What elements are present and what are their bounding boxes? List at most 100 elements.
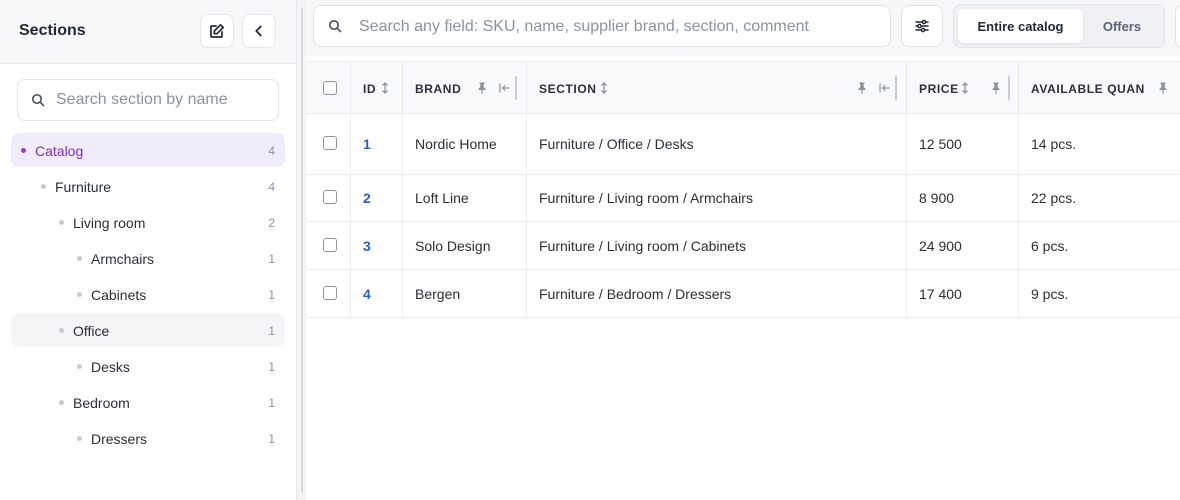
column-header-label: SECTION: [539, 82, 597, 96]
cell-brand: Nordic Home: [415, 136, 497, 152]
tree-item-count: 1: [268, 324, 275, 338]
edit-icon: [210, 23, 225, 38]
tree-item-label: Bedroom: [73, 395, 130, 411]
pin-icon[interactable]: [477, 82, 487, 94]
sidebar-title: Sections: [19, 22, 86, 39]
column-resize-handle[interactable]: [1008, 76, 1010, 100]
tree-item-cabinets[interactable]: Cabinets 1: [0, 277, 296, 313]
tree-bullet: [77, 364, 82, 369]
sections-sidebar: Sections Catalog: [0, 0, 296, 500]
filters-button[interactable]: [901, 5, 943, 47]
table-row[interactable]: 1 Nordic Home Furniture / Office / Desks…: [306, 114, 1180, 175]
tree-item-count: 4: [268, 180, 275, 194]
row-checkbox[interactable]: [323, 136, 337, 150]
section-tree: Catalog 4 Furniture 4 Living room 2 Armc…: [0, 133, 296, 457]
row-checkbox[interactable]: [323, 190, 337, 204]
cell-section: Furniture / Living room / Armchairs: [539, 190, 753, 206]
row-id-link[interactable]: 4: [363, 286, 371, 302]
tree-item-label: Living room: [73, 215, 146, 231]
pin-icon[interactable]: [1158, 82, 1168, 94]
tree-item-desks[interactable]: Desks 1: [0, 349, 296, 385]
section-search-input[interactable]: [56, 89, 271, 111]
global-search-input[interactable]: [359, 16, 879, 38]
tree-bullet: [21, 148, 26, 153]
column-header-label: ID: [363, 82, 377, 96]
tree-item-dressers[interactable]: Dressers 1: [0, 421, 296, 457]
tree-item-armchairs[interactable]: Armchairs 1: [0, 241, 296, 277]
tree-bullet: [59, 400, 64, 405]
resize-grip: [301, 8, 303, 492]
pin-left-icon[interactable]: [499, 83, 510, 93]
tree-item-furniture[interactable]: Furniture 4: [0, 169, 296, 205]
cell-quantity: 9 pcs.: [1031, 286, 1069, 302]
column-header-price[interactable]: PRICE: [907, 62, 1019, 114]
edit-sections-button[interactable]: [200, 14, 234, 48]
tree-item-catalog[interactable]: Catalog 4: [0, 133, 296, 169]
select-all-checkbox[interactable]: [323, 81, 337, 95]
tree-bullet: [77, 292, 82, 297]
table-row[interactable]: 4 Bergen Furniture / Bedroom / Dressers …: [306, 270, 1180, 318]
tree-item-bedroom[interactable]: Bedroom 1: [0, 385, 296, 421]
cell-price: 12 500: [919, 136, 962, 152]
tree-item-count: 2: [268, 216, 275, 230]
cell-section: Furniture / Bedroom / Dressers: [539, 286, 732, 302]
cell-price: 17 400: [919, 286, 962, 302]
scope-offers-button[interactable]: Offers: [1086, 9, 1158, 43]
pin-icon[interactable]: [991, 82, 1001, 94]
row-id-link[interactable]: 1: [363, 136, 371, 152]
tree-bullet: [59, 220, 64, 225]
scope-entire-catalog-button[interactable]: Entire catalog: [958, 9, 1083, 43]
search-icon: [31, 93, 45, 107]
cell-quantity: 14 pcs.: [1031, 136, 1077, 152]
cell-section: Furniture / Living room / Cabinets: [539, 238, 746, 254]
section-search[interactable]: [17, 79, 279, 121]
cell-quantity: 6 pcs.: [1031, 238, 1069, 254]
pin-icon[interactable]: [857, 82, 867, 94]
sort-icon[interactable]: [381, 81, 389, 95]
scope-toggle: Entire catalog Offers: [953, 4, 1165, 48]
pin-left-icon[interactable]: [879, 83, 890, 93]
tree-item-label: Furniture: [55, 179, 112, 195]
table-row[interactable]: 3 Solo Design Furniture / Living room / …: [306, 222, 1180, 270]
column-header-available-quantity[interactable]: AVAILABLE QUANT: [1019, 62, 1180, 114]
tree-bullet: [77, 256, 82, 261]
tree-bullet: [59, 328, 64, 333]
cell-brand: Loft Line: [415, 190, 469, 206]
tree-item-label: Catalog: [35, 143, 84, 159]
column-header-id[interactable]: ID: [351, 62, 403, 114]
cell-brand: Solo Design: [415, 238, 491, 254]
sliders-icon: [915, 19, 929, 33]
column-header-brand[interactable]: BRAND: [403, 62, 527, 114]
collapse-sidebar-button[interactable]: [242, 14, 276, 48]
app: Sections Catalog: [0, 0, 1180, 500]
global-search[interactable]: [313, 5, 891, 47]
row-id-link[interactable]: 3: [363, 238, 371, 254]
more-button[interactable]: [1175, 4, 1180, 48]
sidebar-resize-handle[interactable]: [296, 0, 306, 500]
column-resize-handle[interactable]: [895, 76, 897, 100]
catalog-table: ID BRAND SECTION PRICE AVAILABLE QUANT 1…: [306, 61, 1180, 318]
tree-item-living-room[interactable]: Living room 2: [0, 205, 296, 241]
search-icon: [328, 19, 342, 33]
tree-item-office[interactable]: Office 1: [0, 313, 296, 349]
main-panel: Entire catalog Offers ID BRAND: [306, 0, 1180, 500]
column-resize-handle[interactable]: [515, 76, 517, 100]
column-header-section[interactable]: SECTION: [527, 62, 907, 114]
tree-item-label: Armchairs: [91, 251, 155, 267]
toolbar: Entire catalog Offers: [306, 0, 1180, 56]
row-checkbox[interactable]: [323, 286, 337, 300]
sort-icon[interactable]: [600, 81, 608, 95]
select-column-header: [306, 62, 351, 114]
tree-bullet: [41, 184, 46, 189]
tree-item-label: Desks: [91, 359, 130, 375]
row-checkbox[interactable]: [323, 238, 337, 252]
tree-item-label: Cabinets: [91, 287, 147, 303]
row-id-link[interactable]: 2: [363, 190, 371, 206]
tree-item-count: 1: [268, 432, 275, 446]
sort-icon[interactable]: [961, 81, 969, 95]
column-header-label: AVAILABLE QUANT: [1031, 82, 1145, 96]
cell-quantity: 22 pcs.: [1031, 190, 1077, 206]
tree-item-count: 1: [268, 252, 275, 266]
tree-bullet: [77, 436, 82, 441]
table-row[interactable]: 2 Loft Line Furniture / Living room / Ar…: [306, 175, 1180, 222]
